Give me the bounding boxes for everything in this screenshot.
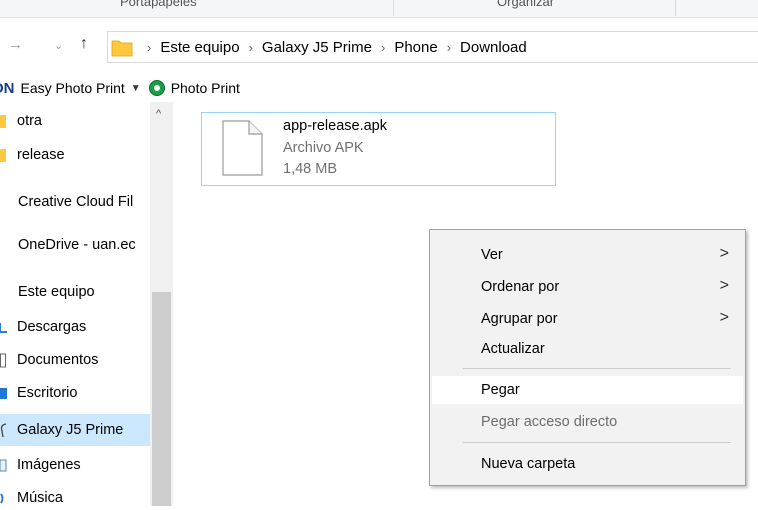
ribbon-divider <box>675 0 676 16</box>
menu-separator <box>463 368 731 369</box>
nav-item-label: Imágenes <box>17 457 81 473</box>
breadcrumb-chevron-icon[interactable]: › <box>381 40 385 55</box>
menu-item-ver[interactable]: Ver > <box>432 241 743 269</box>
document-icon <box>0 353 6 368</box>
nav-item-release[interactable]: release <box>0 143 150 167</box>
nav-item-este-equipo[interactable]: Este equipo <box>0 280 168 304</box>
menu-item-ordenar-por[interactable]: Ordenar por > <box>432 273 743 301</box>
ribbon-group-clipboard: Portapapeles <box>120 0 197 9</box>
menu-item-label: Nueva carpeta <box>481 456 576 472</box>
menu-separator <box>463 442 731 443</box>
breadcrumb-chevron-icon[interactable]: › <box>447 40 451 55</box>
nav-item-label: Documentos <box>17 352 99 368</box>
recent-locations-chevron-icon[interactable]: ⌄ <box>54 39 63 52</box>
menu-item-label: Pegar <box>481 382 520 398</box>
menu-item-label: Ordenar por <box>481 279 560 295</box>
menu-item-label: Ver <box>481 247 503 263</box>
nav-item-label: Música <box>17 490 63 506</box>
navigation-pane: otra release Creative Cloud Fil OneDrive… <box>0 102 150 506</box>
download-arrow-icon <box>0 323 7 333</box>
nav-item-imagenes[interactable]: Imágenes <box>0 453 150 477</box>
nav-item-label: OneDrive - uan.ec <box>18 237 136 253</box>
nav-item-label: Galaxy J5 Prime <box>17 422 124 438</box>
forward-arrow-icon[interactable]: → <box>8 36 23 53</box>
file-size: 1,48 MB <box>283 161 337 177</box>
menu-item-label: Actualizar <box>481 341 545 357</box>
dropdown-arrow-icon[interactable]: ▼ <box>131 83 141 94</box>
address-bar[interactable]: › Este equipo › Galaxy J5 Prime › Phone … <box>107 31 758 63</box>
breadcrumb-download[interactable]: Download <box>460 39 527 56</box>
plugin-toolbar: ON Easy Photo Print ▼ Photo Print <box>0 75 240 101</box>
menu-item-nueva-carpeta[interactable]: Nueva carpeta <box>432 450 743 478</box>
pictures-icon <box>0 459 7 472</box>
nav-item-escritorio[interactable]: Escritorio <box>0 381 150 405</box>
nav-item-label: Creative Cloud Fil <box>18 194 134 210</box>
up-arrow-icon[interactable]: ↑ <box>80 35 88 53</box>
breadcrumb-phone[interactable]: Phone <box>394 39 437 56</box>
breadcrumb-este-equipo[interactable]: Este equipo <box>160 39 239 56</box>
breadcrumb: › Este equipo › Galaxy J5 Prime › Phone … <box>138 32 527 62</box>
brand-logo: ON <box>0 79 15 97</box>
menu-item-pegar[interactable]: Pegar <box>432 376 743 404</box>
chevron-right-icon: > <box>719 309 729 326</box>
easy-photo-print-button[interactable]: Easy Photo Print <box>21 80 125 96</box>
chevron-right-icon: > <box>719 245 729 262</box>
breadcrumb-chevron-icon[interactable]: › <box>249 40 253 55</box>
photo-print-icon <box>148 80 165 96</box>
breadcrumb-galaxy-j5-prime[interactable]: Galaxy J5 Prime <box>262 39 372 56</box>
chevron-right-icon: > <box>719 277 729 294</box>
menu-item-pegar-acceso-directo: Pegar acceso directo <box>432 408 743 436</box>
nav-item-otra[interactable]: otra <box>0 109 150 133</box>
generic-file-icon <box>222 120 263 176</box>
folder-icon <box>0 149 6 162</box>
music-icon <box>0 493 4 504</box>
desktop-icon <box>0 388 7 399</box>
breadcrumb-chevron-icon[interactable]: › <box>147 40 151 55</box>
menu-item-actualizar[interactable]: Actualizar <box>432 335 743 363</box>
nav-item-musica[interactable]: Música <box>0 486 150 510</box>
nav-scrollbar[interactable]: ^ <box>150 102 173 506</box>
nav-item-onedrive[interactable]: OneDrive - uan.ec <box>0 233 168 257</box>
nav-item-label: Descargas <box>17 319 87 335</box>
nav-item-label: Este equipo <box>18 284 95 300</box>
ribbon-divider <box>393 0 394 16</box>
nav-item-descargas[interactable]: Descargas <box>0 315 150 339</box>
nav-item-creative-cloud[interactable]: Creative Cloud Fil <box>0 190 168 214</box>
nav-item-label: otra <box>17 113 42 129</box>
phone-icon <box>0 423 7 438</box>
context-menu: Ver > Ordenar por > Agrupar por > Actual… <box>429 229 746 486</box>
nav-item-documentos[interactable]: Documentos <box>0 348 150 372</box>
ribbon-group-organize: Organizar <box>497 0 555 9</box>
folder-icon <box>0 115 6 128</box>
folder-icon <box>111 40 133 57</box>
scrollbar-thumb[interactable] <box>152 292 171 506</box>
nav-item-label: Escritorio <box>17 385 78 401</box>
file-type: Archivo APK <box>283 140 364 156</box>
scroll-up-icon[interactable]: ^ <box>156 108 161 120</box>
menu-item-label: Pegar acceso directo <box>481 414 618 430</box>
file-name: app-release.apk <box>283 118 387 134</box>
ribbon-group-labels: Portapapeles Organizar <box>0 0 758 18</box>
photo-print-button[interactable]: Photo Print <box>171 80 240 96</box>
menu-item-label: Agrupar por <box>481 311 558 327</box>
nav-item-label: release <box>17 147 65 163</box>
menu-item-agrupar-por[interactable]: Agrupar por > <box>432 305 743 333</box>
file-tile-app-release[interactable]: app-release.apk Archivo APK 1,48 MB <box>201 112 556 186</box>
nav-item-galaxy-j5-prime[interactable]: Galaxy J5 Prime <box>0 414 150 446</box>
